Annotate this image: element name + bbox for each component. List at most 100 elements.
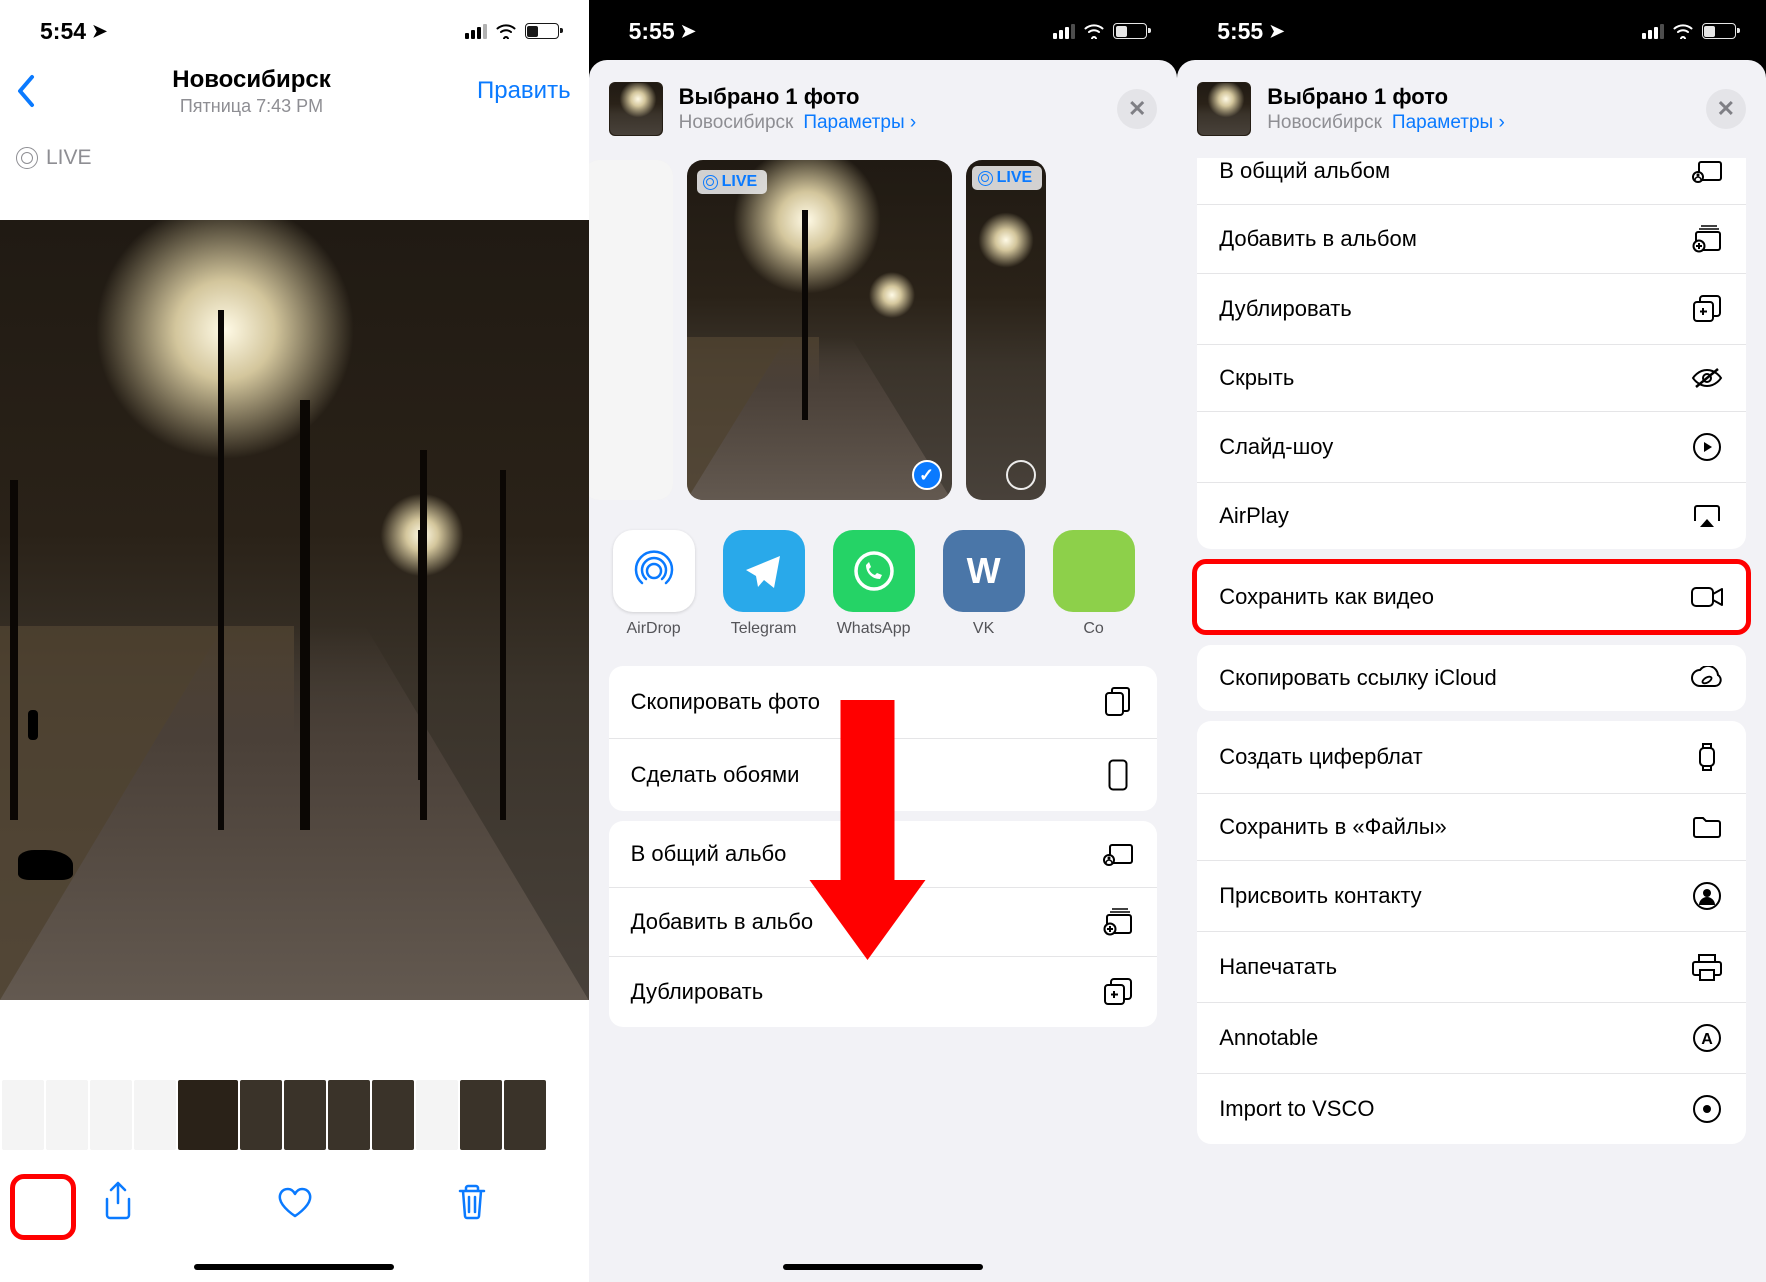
share-button[interactable] <box>101 1181 135 1223</box>
action-create-watchface[interactable]: Создать циферблат <box>1197 721 1746 794</box>
app-label: Co <box>1083 620 1103 638</box>
action-shared-album[interactable]: В общий альбом <box>1197 158 1746 205</box>
back-button[interactable] <box>16 74 36 108</box>
app-vk[interactable]: W VK <box>941 530 1027 638</box>
play-icon <box>1690 432 1724 462</box>
photo-header: Новосибирск Пятница 7:43 PM Править <box>0 54 589 128</box>
home-indicator[interactable] <box>194 1264 394 1270</box>
edit-button[interactable]: Править <box>477 77 571 105</box>
action-label: Сохранить как видео <box>1219 584 1434 610</box>
live-icon <box>978 171 993 186</box>
action-annotable[interactable]: Annotable A <box>1197 1003 1746 1074</box>
action-assign-to-contact[interactable]: Присвоить контакту <box>1197 861 1746 932</box>
annotable-icon: A <box>1690 1023 1724 1053</box>
copy-icon <box>1101 686 1135 718</box>
wifi-icon <box>1083 23 1105 39</box>
header-thumbnail <box>609 82 663 136</box>
action-import-vsco[interactable]: Import to VSCO <box>1197 1074 1746 1144</box>
close-button[interactable]: ✕ <box>1117 89 1157 129</box>
cloud-link-icon <box>1690 666 1724 690</box>
photo-selection-row[interactable]: LIVE ✓ LIVE <box>589 160 1178 500</box>
vsco-icon <box>1690 1094 1724 1124</box>
status-time: 5:54 <box>40 18 86 45</box>
signal-icon <box>1053 24 1075 39</box>
action-save-to-files[interactable]: Сохранить в «Файлы» <box>1197 794 1746 861</box>
app-label: AirDrop <box>626 620 680 638</box>
action-hide[interactable]: Скрыть <box>1197 345 1746 412</box>
shared-album-icon <box>1690 158 1724 184</box>
app-airdrop[interactable]: AirDrop <box>611 530 697 638</box>
photo-location-title: Новосибирск <box>36 66 467 94</box>
location-arrow-icon: ➤ <box>1269 21 1284 42</box>
preview-item[interactable] <box>589 160 673 500</box>
app-label: Telegram <box>731 620 797 638</box>
status-bar: 5:54➤ <box>0 0 589 54</box>
preview-item-selected[interactable]: LIVE ✓ <box>687 160 952 500</box>
preview-item[interactable]: LIVE <box>966 160 1046 500</box>
action-airplay[interactable]: AirPlay <box>1197 483 1746 549</box>
action-group: Скопировать ссылку iCloud <box>1197 645 1746 711</box>
share-title: Выбрано 1 фото <box>1267 84 1690 110</box>
phone-icon <box>1101 759 1135 791</box>
favorite-button[interactable] <box>276 1185 314 1219</box>
action-label: Создать циферблат <box>1219 744 1422 770</box>
add-album-icon <box>1101 908 1135 936</box>
folder-icon <box>1690 814 1724 840</box>
action-duplicate[interactable]: Дублировать <box>1197 274 1746 345</box>
action-group: В общий альбом Добавить в альбом Дублиро… <box>1197 158 1746 549</box>
share-button-highlight <box>10 1174 76 1240</box>
action-label: Добавить в альбом <box>1219 226 1417 252</box>
action-slideshow[interactable]: Слайд-шоу <box>1197 412 1746 483</box>
share-options-button[interactable]: Параметры › <box>1392 112 1505 134</box>
photo-preview[interactable] <box>0 220 589 1000</box>
signal-icon <box>465 24 487 39</box>
airplay-icon <box>1690 503 1724 529</box>
share-apps-row[interactable]: AirDrop Telegram WhatsApp W VK Co <box>589 500 1178 656</box>
battery-icon <box>1113 23 1147 39</box>
status-indicators <box>1053 23 1147 39</box>
action-label: Слайд-шоу <box>1219 434 1333 460</box>
action-label: Сохранить в «Файлы» <box>1219 814 1447 840</box>
whatsapp-icon <box>833 530 915 612</box>
action-label: Import to VSCO <box>1219 1096 1374 1122</box>
action-copy-icloud-link[interactable]: Скопировать ссылку iCloud <box>1197 645 1746 711</box>
share-options-button[interactable]: Параметры › <box>803 112 916 134</box>
status-indicators <box>465 23 559 39</box>
live-icon <box>703 175 718 190</box>
action-label: В общий альбом <box>1219 158 1390 184</box>
video-icon <box>1690 586 1724 608</box>
app-telegram[interactable]: Telegram <box>721 530 807 638</box>
contact-icon <box>1690 881 1724 911</box>
action-save-as-video[interactable]: Сохранить как видео <box>1197 564 1746 630</box>
share-sheet-header: Выбрано 1 фото Новосибирск Параметры › ✕ <box>589 60 1178 152</box>
share-title: Выбрано 1 фото <box>679 84 1102 110</box>
action-print[interactable]: Напечатать <box>1197 932 1746 1003</box>
share-sheet: Выбрано 1 фото Новосибирск Параметры › ✕… <box>1177 60 1766 1282</box>
share-location: Новосибирск <box>679 112 794 134</box>
action-label: Сделать обоями <box>631 762 800 788</box>
airdrop-icon <box>613 530 695 612</box>
vk-icon: W <box>943 530 1025 612</box>
action-label: Скрыть <box>1219 365 1294 391</box>
action-add-to-album[interactable]: Добавить в альбом <box>1197 205 1746 274</box>
duplicate-icon <box>1101 977 1135 1007</box>
action-label: Присвоить контакту <box>1219 883 1421 909</box>
live-badge: LIVE <box>697 170 768 194</box>
action-label: Дублировать <box>1219 296 1352 322</box>
delete-button[interactable] <box>456 1183 488 1221</box>
share-location: Новосибирск <box>1267 112 1382 134</box>
close-button[interactable]: ✕ <box>1706 89 1746 129</box>
app-other[interactable]: Co <box>1051 530 1137 638</box>
app-whatsapp[interactable]: WhatsApp <box>831 530 917 638</box>
share-sheet-header: Выбрано 1 фото Новосибирск Параметры › ✕ <box>1177 60 1766 152</box>
thumbnail-strip[interactable] <box>0 1080 589 1150</box>
telegram-icon <box>723 530 805 612</box>
action-label: Annotable <box>1219 1025 1318 1051</box>
action-label: Добавить в альбо <box>631 909 814 935</box>
action-label: Дублировать <box>631 979 764 1005</box>
shared-album-icon <box>1101 841 1135 867</box>
action-label: Напечатать <box>1219 954 1337 980</box>
action-duplicate[interactable]: Дублировать <box>609 957 1158 1027</box>
home-indicator[interactable] <box>783 1264 983 1270</box>
svg-text:A: A <box>1701 1031 1713 1048</box>
